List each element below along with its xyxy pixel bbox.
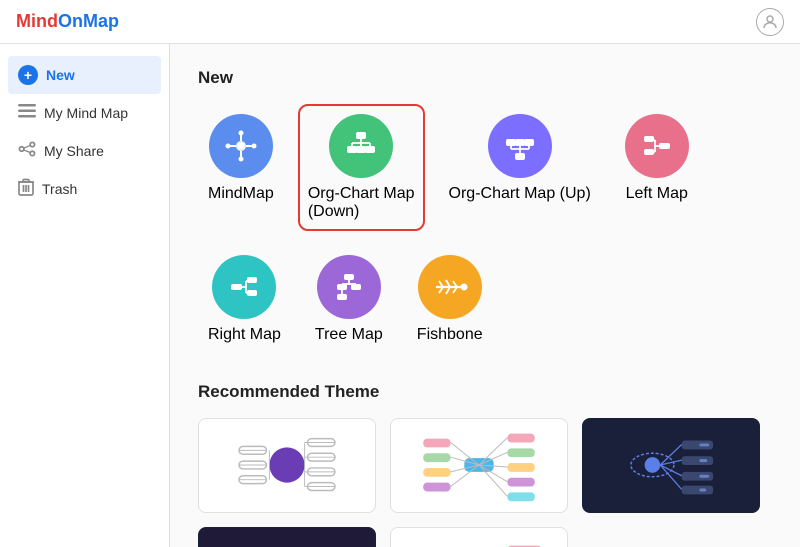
theme-card-1[interactable] bbox=[198, 418, 376, 513]
map-card-fishbone[interactable]: Fishbone bbox=[407, 245, 493, 354]
map-card-org-chart-up[interactable]: Org-Chart Map (Up) bbox=[439, 104, 601, 231]
theme-card-5[interactable] bbox=[390, 527, 568, 547]
mindmap-label: MindMap bbox=[208, 185, 274, 203]
sidebar-item-my-mind-map[interactable]: My Mind Map bbox=[0, 94, 169, 132]
sidebar-item-my-mind-map-label: My Mind Map bbox=[44, 105, 128, 121]
theme-grid bbox=[198, 418, 772, 547]
sidebar-item-new[interactable]: + New bbox=[8, 56, 161, 94]
recommended-section-title: Recommended Theme bbox=[198, 382, 772, 402]
theme-5-preview bbox=[391, 528, 567, 547]
user-icon[interactable] bbox=[756, 8, 784, 36]
map-card-tree-map[interactable]: Tree Map bbox=[305, 245, 393, 354]
fishbone-label: Fishbone bbox=[417, 326, 483, 344]
org-chart-up-label: Org-Chart Map (Up) bbox=[449, 185, 591, 203]
theme-2-preview bbox=[391, 419, 567, 512]
theme-4-preview bbox=[199, 528, 375, 547]
my-share-icon bbox=[18, 141, 36, 160]
map-card-org-chart-down[interactable]: Org-Chart Map(Down) bbox=[298, 104, 425, 231]
sidebar-item-trash-label: Trash bbox=[42, 181, 77, 197]
theme-3-preview bbox=[583, 419, 759, 512]
right-map-icon-circle bbox=[212, 255, 276, 319]
new-icon: + bbox=[18, 65, 38, 85]
logo: MindOnMap bbox=[16, 11, 119, 32]
sidebar-item-my-share[interactable]: My Share bbox=[0, 132, 169, 169]
theme-1-preview bbox=[199, 419, 375, 512]
org-chart-up-icon-circle bbox=[488, 114, 552, 178]
my-mind-map-icon bbox=[18, 103, 36, 123]
org-chart-down-icon-circle bbox=[329, 114, 393, 178]
content-area: New bbox=[170, 44, 800, 547]
tree-map-label: Tree Map bbox=[315, 326, 383, 344]
map-card-left-map[interactable]: Left Map bbox=[615, 104, 699, 231]
left-map-icon-circle bbox=[625, 114, 689, 178]
tree-map-icon-circle bbox=[317, 255, 381, 319]
map-card-mindmap[interactable]: MindMap bbox=[198, 104, 284, 231]
map-type-grid: MindMap Org-C bbox=[198, 104, 772, 354]
logo-mind: Mind bbox=[16, 11, 58, 32]
theme-card-4[interactable] bbox=[198, 527, 376, 547]
map-card-right-map[interactable]: Right Map bbox=[198, 245, 291, 354]
theme-card-3[interactable] bbox=[582, 418, 760, 513]
theme-card-2[interactable] bbox=[390, 418, 568, 513]
mindmap-icon-circle bbox=[209, 114, 273, 178]
main-layout: + New My Mind Map bbox=[0, 44, 800, 547]
sidebar-item-trash[interactable]: Trash bbox=[0, 169, 169, 208]
header: MindOnMap bbox=[0, 0, 800, 44]
logo-onmap: OnMap bbox=[58, 11, 119, 32]
right-map-label: Right Map bbox=[208, 326, 281, 344]
sidebar-item-new-label: New bbox=[46, 67, 75, 83]
fishbone-icon-circle bbox=[418, 255, 482, 319]
left-map-label: Left Map bbox=[626, 185, 688, 203]
sidebar: + New My Mind Map bbox=[0, 44, 170, 547]
new-section-title: New bbox=[198, 68, 772, 88]
org-chart-down-label: Org-Chart Map(Down) bbox=[308, 185, 415, 221]
trash-icon bbox=[18, 178, 34, 199]
sidebar-item-my-share-label: My Share bbox=[44, 143, 104, 159]
